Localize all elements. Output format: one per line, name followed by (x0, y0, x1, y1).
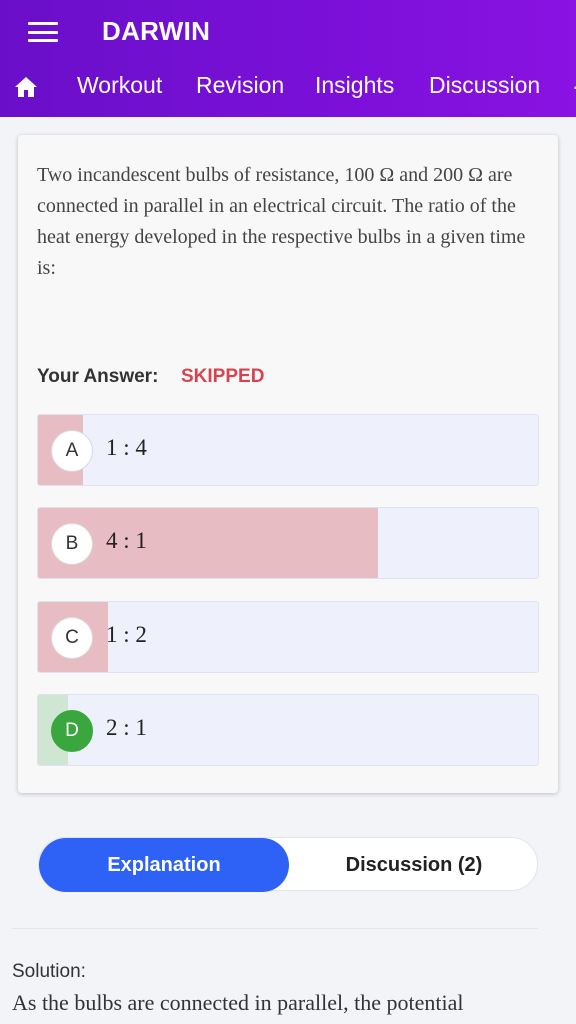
solution-text: As the bulbs are connected in parallel, … (12, 990, 464, 1015)
your-answer-row: Your Answer: SKIPPED (37, 366, 264, 388)
nav-tab-insights[interactable]: Insights (315, 72, 394, 99)
nav-tab-revision[interactable]: Revision (196, 72, 284, 99)
option-b-letter: B (51, 523, 93, 565)
option-d-text: 2 : 1 (106, 715, 147, 740)
nav-overflow-indicator: · (572, 74, 576, 100)
solution-title: Solution: (12, 961, 86, 982)
option-b[interactable]: B 4 : 1 (37, 507, 539, 579)
explanation-tab[interactable]: Explanation (39, 838, 289, 892)
option-c[interactable]: C 1 : 2 (37, 601, 539, 673)
option-c-letter: C (51, 617, 93, 659)
nav-tab-workout[interactable]: Workout (77, 72, 162, 99)
divider (12, 928, 538, 929)
option-b-text: 4 : 1 (106, 528, 147, 553)
menu-icon[interactable] (28, 22, 58, 42)
option-a[interactable]: A 1 : 4 (37, 414, 539, 486)
nav-tabs: Workout Revision Insights Discussion · (0, 62, 576, 112)
option-c-text: 1 : 2 (106, 622, 147, 647)
question-text: Two incandescent bulbs of resistance, 10… (37, 164, 526, 279)
option-d-letter: D (51, 710, 93, 752)
app-title: DARWIN (102, 16, 211, 46)
home-icon[interactable] (14, 76, 38, 98)
your-answer-value: SKIPPED (181, 366, 265, 387)
nav-tab-discussion[interactable]: Discussion (429, 72, 540, 99)
option-d[interactable]: D 2 : 1 (37, 694, 539, 766)
app-bar: DARWIN Workout Revision Insights Discuss… (0, 0, 576, 117)
option-a-letter: A (51, 430, 93, 472)
option-a-text: 1 : 4 (106, 435, 147, 460)
your-answer-label: Your Answer: (37, 366, 159, 387)
discussion-tab[interactable]: Discussion (2) (289, 838, 539, 892)
explanation-discussion-toggle: Explanation Discussion (2) (38, 837, 539, 892)
question-card: Two incandescent bulbs of resistance, 10… (18, 135, 558, 793)
